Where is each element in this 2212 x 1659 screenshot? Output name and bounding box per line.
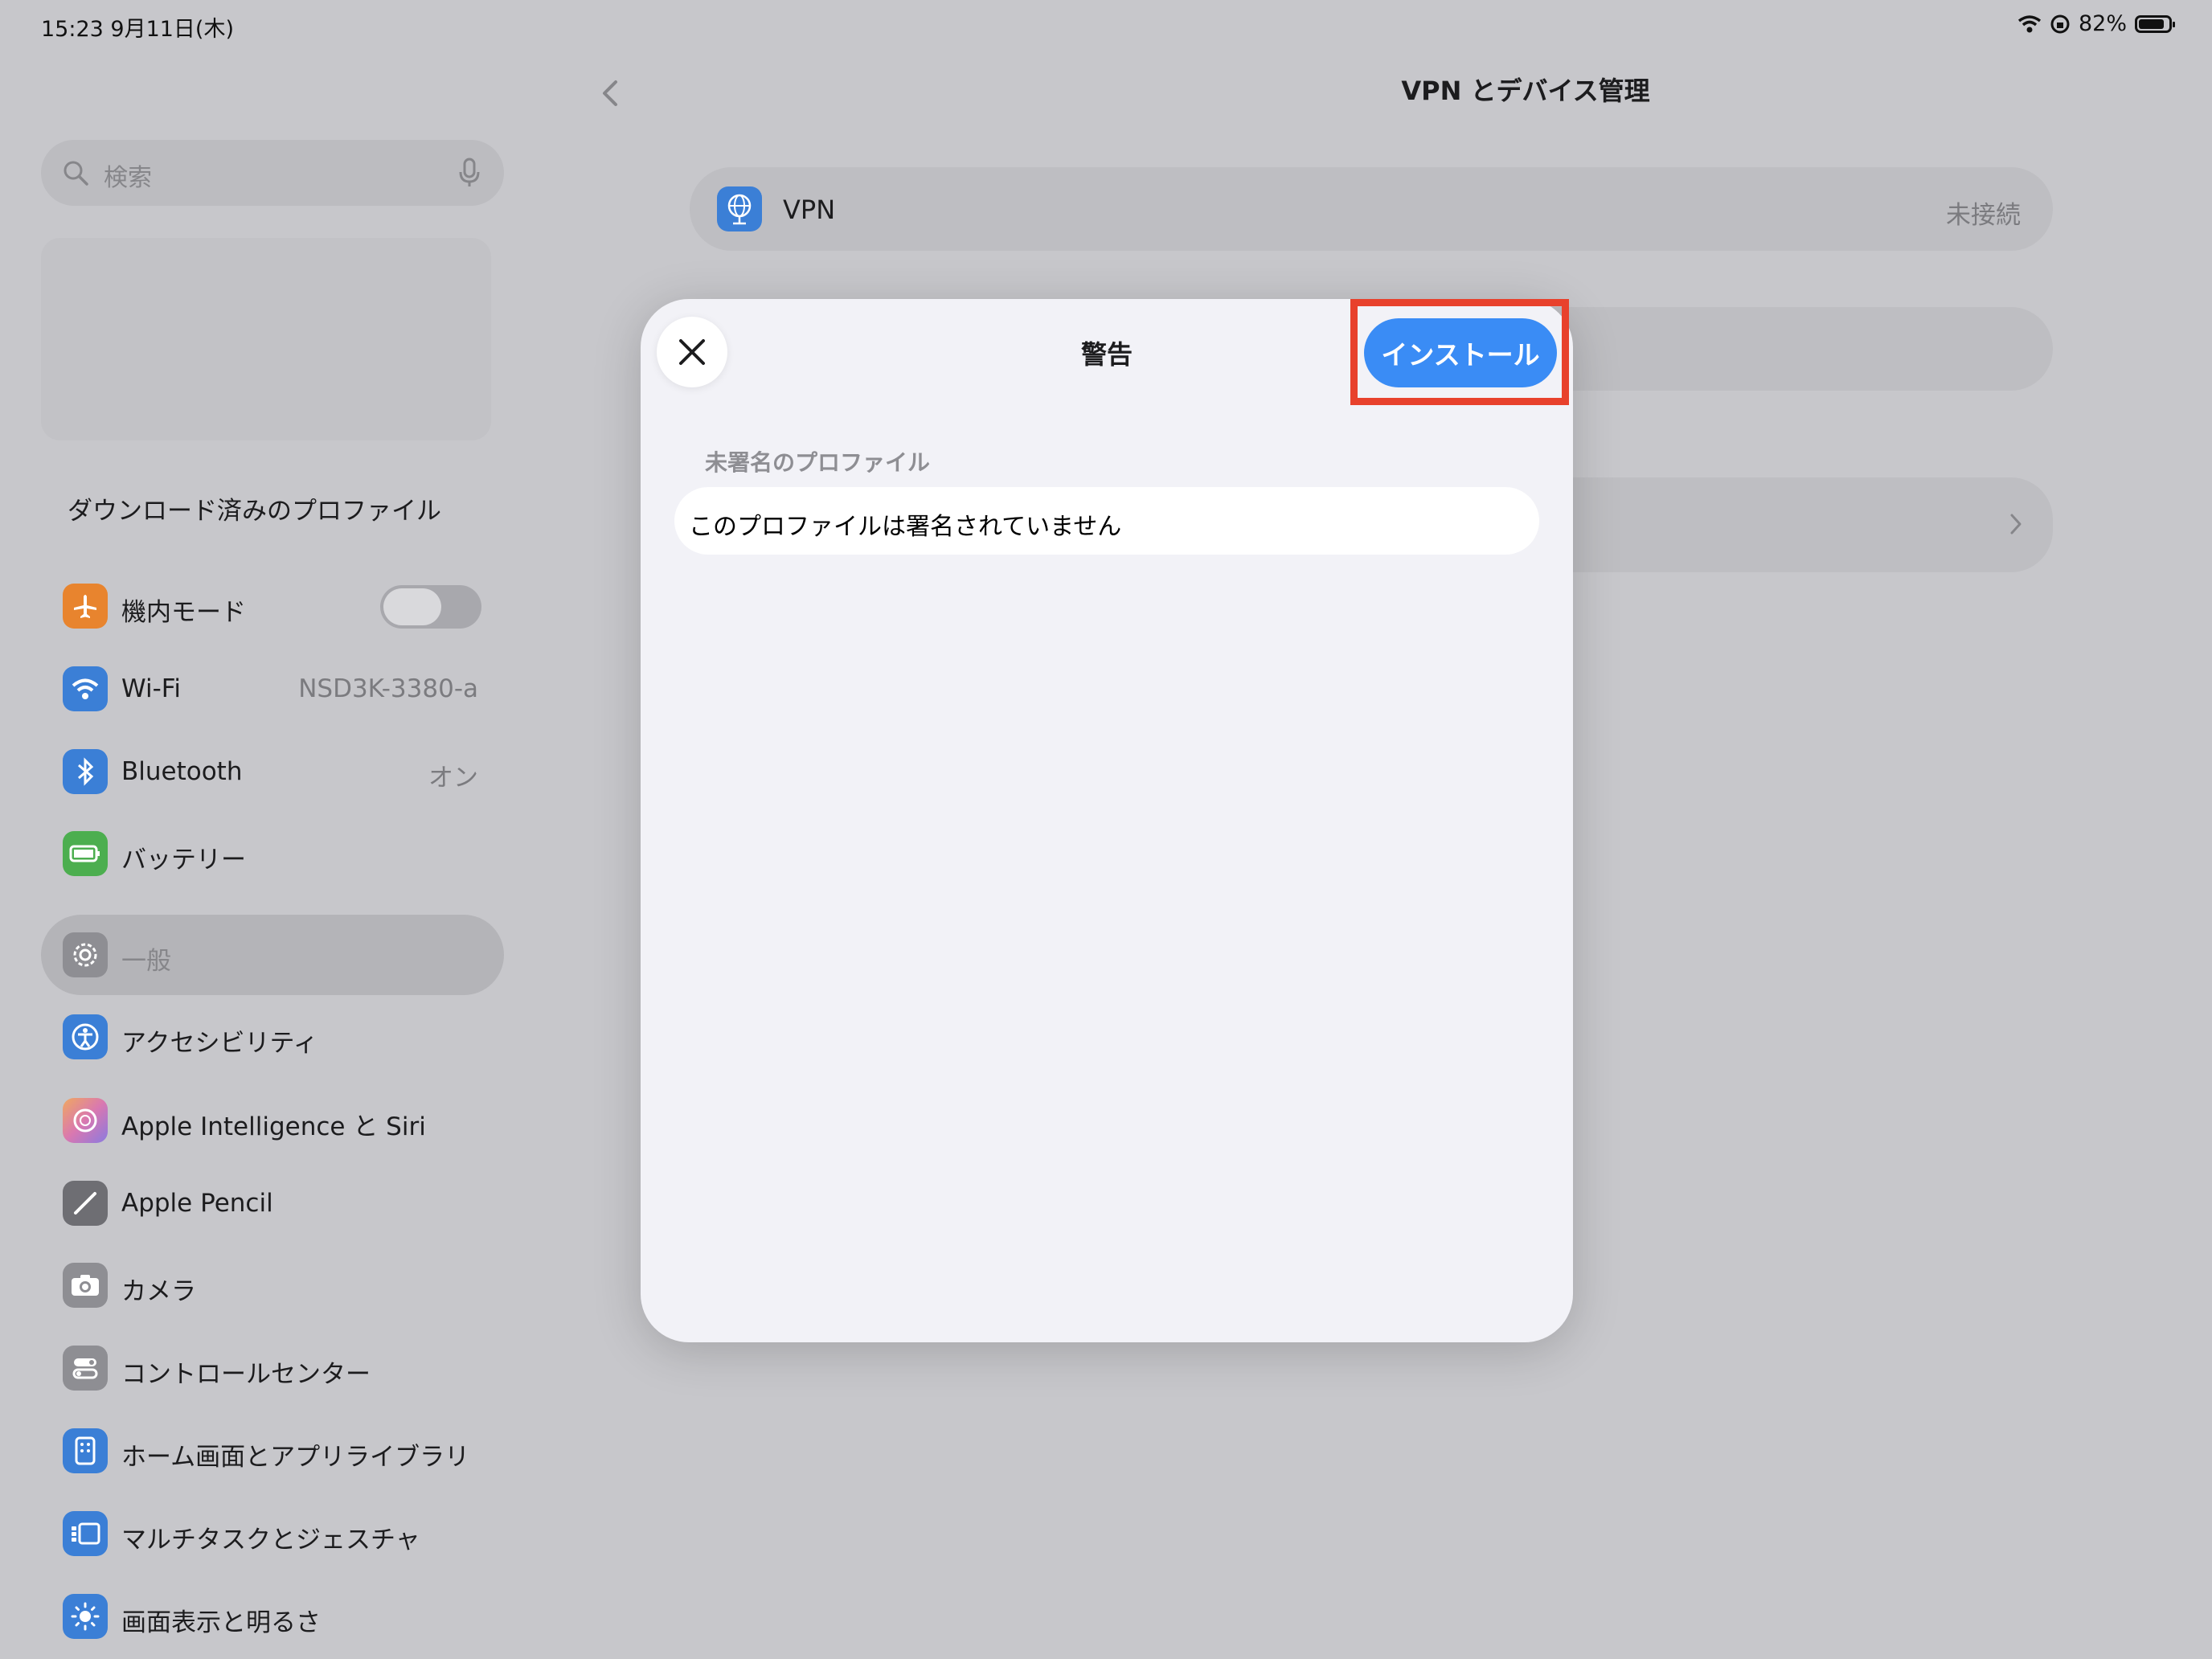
warning-sheet: 警告 インストール 未署名のプロファイル このプロファイルは署名されていません bbox=[641, 299, 1573, 1342]
sidebar-item-label: Wi-Fi bbox=[121, 674, 181, 703]
sidebar-item-label: Apple Pencil bbox=[121, 1189, 273, 1218]
sidebar-item-multitasking[interactable]: マルチタスクとジェスチャ bbox=[41, 1493, 504, 1574]
globe-icon bbox=[717, 186, 762, 231]
sidebar-item-label: Apple Intelligence と Siri bbox=[121, 1112, 426, 1141]
sidebar-item-label: ホーム画面とアプリライブラリ bbox=[121, 1443, 470, 1472]
microphone-icon[interactable] bbox=[459, 158, 480, 188]
sidebar-item-camera[interactable]: カメラ bbox=[41, 1245, 504, 1325]
sidebar-item-label: 機内モード bbox=[121, 598, 246, 627]
gear-icon bbox=[63, 932, 108, 977]
bluetooth-icon bbox=[63, 749, 108, 794]
sidebar-item-home-screen[interactable]: ホーム画面とアプリライブラリ bbox=[41, 1411, 504, 1491]
vpn-label: VPN bbox=[783, 195, 836, 225]
chevron-right-icon bbox=[2010, 514, 2022, 535]
pencil-icon bbox=[63, 1181, 108, 1226]
sidebar-item-label: カメラ bbox=[121, 1277, 196, 1306]
accessibility-icon bbox=[63, 1014, 108, 1059]
sidebar-item-airplane-mode[interactable]: 機内モード bbox=[41, 566, 504, 646]
sidebar-item-label: バッテリー bbox=[121, 846, 246, 875]
sidebar-item-bluetooth[interactable]: Bluetooth オン bbox=[41, 731, 504, 812]
sidebar: 検索 ダウンロード済みのプロファイル 機内モード Wi-Fi NSD3K-338… bbox=[0, 51, 547, 1659]
status-bar: 15:23 9月11日(木) 82% bbox=[0, 0, 2212, 51]
section-header: 未署名のプロファイル bbox=[705, 449, 931, 476]
control-center-icon bbox=[63, 1346, 108, 1391]
close-icon bbox=[679, 339, 705, 365]
search-field[interactable]: 検索 bbox=[41, 140, 504, 206]
back-button[interactable] bbox=[579, 61, 643, 125]
camera-icon bbox=[63, 1263, 108, 1308]
airplane-icon bbox=[63, 584, 108, 629]
airplane-mode-toggle[interactable] bbox=[380, 585, 481, 629]
sidebar-item-display-brightness[interactable]: 画面表示と明るさ bbox=[41, 1576, 504, 1657]
sidebar-item-siri[interactable]: Apple Intelligence と Siri bbox=[41, 1080, 504, 1161]
sidebar-item-value: オン bbox=[428, 764, 478, 793]
unsigned-profile-cell: このプロファイルは署名されていません bbox=[674, 487, 1539, 555]
home-screen-icon bbox=[63, 1428, 108, 1473]
sidebar-item-label: 一般 bbox=[121, 947, 171, 976]
search-icon bbox=[63, 161, 88, 186]
sidebar-item-value: NSD3K-3380-a bbox=[298, 674, 478, 703]
brightness-icon bbox=[63, 1594, 108, 1639]
siri-icon bbox=[63, 1098, 108, 1143]
multitask-icon bbox=[63, 1511, 108, 1556]
downloaded-profile-link[interactable]: ダウンロード済みのプロファイル bbox=[68, 490, 441, 526]
wifi-icon bbox=[63, 666, 108, 711]
battery-percent: 82% bbox=[2078, 11, 2127, 36]
sidebar-item-apple-pencil[interactable]: Apple Pencil bbox=[41, 1163, 504, 1243]
account-card[interactable] bbox=[41, 238, 491, 440]
unsigned-message: このプロファイルは署名されていません bbox=[689, 513, 1122, 541]
status-time: 15:23 9月11日(木) bbox=[41, 17, 234, 42]
vpn-status: 未接続 bbox=[1946, 201, 2021, 230]
sheet-title: 警告 bbox=[1080, 339, 1133, 370]
wifi-status-icon bbox=[2017, 14, 2042, 32]
sidebar-item-label: アクセシビリティ bbox=[121, 1029, 318, 1058]
status-indicators: 82% bbox=[2017, 11, 2175, 36]
install-button[interactable]: インストール bbox=[1364, 318, 1557, 387]
sidebar-item-control-center[interactable]: コントロールセンター bbox=[41, 1328, 504, 1408]
sidebar-item-general[interactable]: 一般 bbox=[41, 915, 504, 995]
chevron-left-icon bbox=[603, 80, 617, 106]
sidebar-item-label: Bluetooth bbox=[121, 757, 243, 786]
page-title: VPN とデバイス管理 bbox=[1401, 76, 1650, 106]
sidebar-item-battery[interactable]: バッテリー bbox=[41, 813, 504, 894]
vpn-row[interactable]: VPN 未接続 bbox=[690, 167, 2053, 251]
search-placeholder: 検索 bbox=[104, 164, 152, 192]
battery-icon bbox=[63, 831, 108, 876]
sidebar-item-wifi[interactable]: Wi-Fi NSD3K-3380-a bbox=[41, 649, 504, 729]
sidebar-item-accessibility[interactable]: アクセシビリティ bbox=[41, 997, 504, 1077]
sidebar-item-label: コントロールセンター bbox=[121, 1360, 371, 1389]
sidebar-item-label: マルチタスクとジェスチャ bbox=[121, 1526, 420, 1555]
close-button[interactable] bbox=[657, 317, 727, 387]
sidebar-item-label: 画面表示と明るさ bbox=[121, 1608, 321, 1637]
battery-icon bbox=[2135, 14, 2175, 33]
orientation-lock-icon bbox=[2050, 14, 2070, 33]
